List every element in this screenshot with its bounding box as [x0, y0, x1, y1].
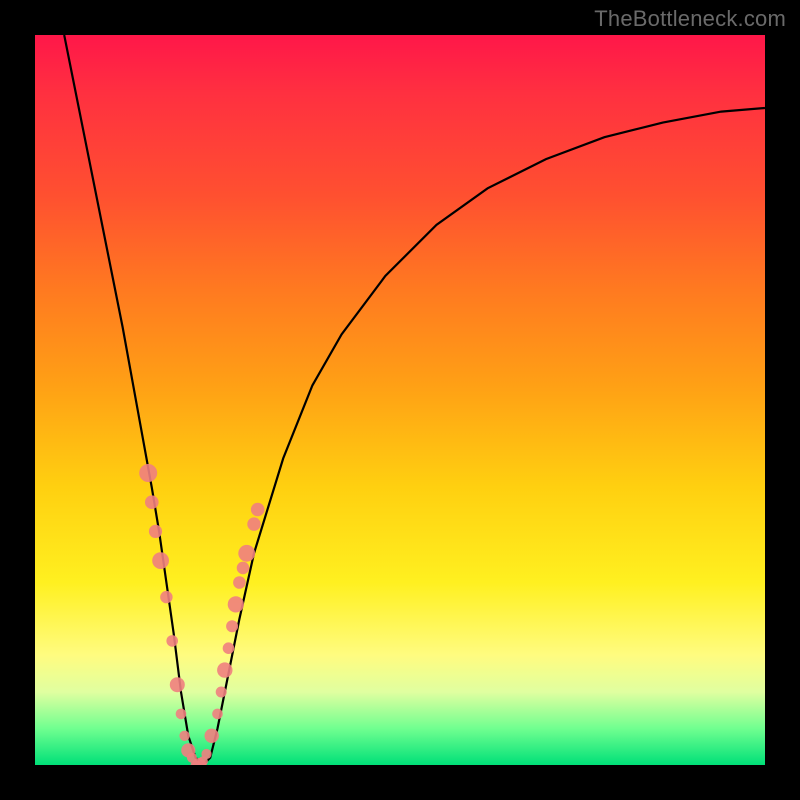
highlight-dot: [170, 677, 185, 692]
highlight-dot: [223, 642, 235, 654]
highlight-dot: [179, 731, 189, 741]
watermark: TheBottleneck.com: [594, 6, 786, 32]
highlight-points: [139, 464, 264, 765]
highlight-dot: [149, 525, 162, 538]
highlight-dot: [228, 596, 244, 612]
highlight-dot: [160, 591, 172, 603]
highlight-dot: [212, 709, 223, 720]
highlight-dot: [205, 729, 219, 743]
curve-layer: [35, 35, 765, 765]
highlight-dot: [145, 495, 159, 509]
highlight-dot: [216, 687, 227, 698]
highlight-dot: [217, 662, 232, 677]
bottleneck-curve: [64, 35, 765, 765]
highlight-dot: [176, 709, 187, 720]
highlight-dot: [226, 620, 238, 632]
highlight-dot: [247, 517, 260, 530]
highlight-dot: [233, 576, 246, 589]
highlight-dot: [139, 464, 157, 482]
highlight-dot: [237, 562, 250, 575]
highlight-dot: [238, 545, 255, 562]
plot-area: [35, 35, 765, 765]
highlight-dot: [152, 552, 169, 569]
highlight-dot: [251, 503, 265, 517]
chart-frame: TheBottleneck.com: [0, 0, 800, 800]
highlight-dot: [166, 635, 178, 647]
highlight-dot: [201, 749, 211, 759]
